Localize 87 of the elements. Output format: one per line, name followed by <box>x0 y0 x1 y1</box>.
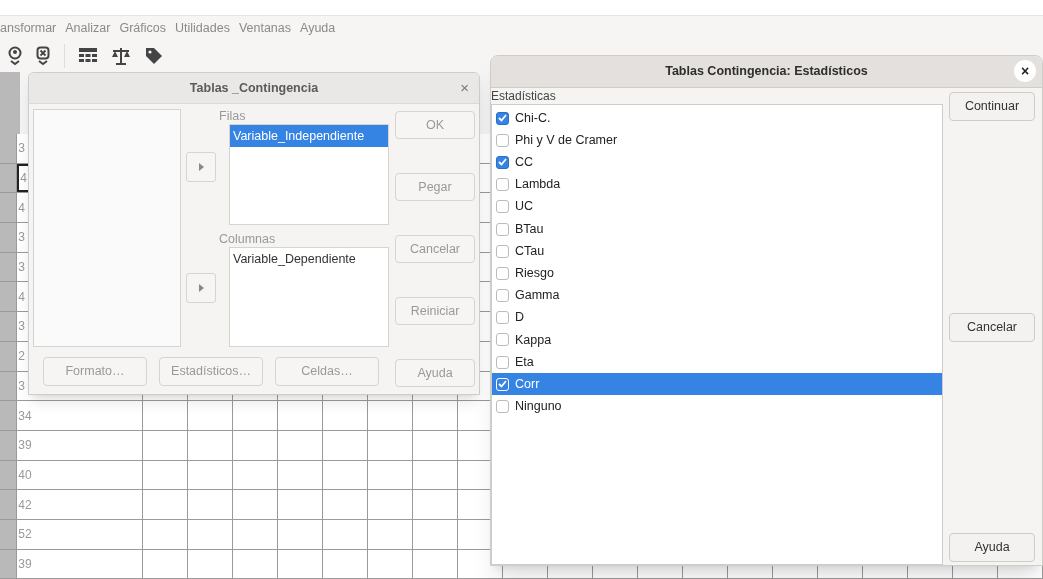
dialog-title: Tablas _Contingencia <box>189 79 319 97</box>
table-cell[interactable]: 42 <box>17 490 143 519</box>
tag-icon[interactable] <box>145 47 163 65</box>
checkbox[interactable] <box>496 355 509 369</box>
scale-icon[interactable] <box>111 47 131 65</box>
checkbox[interactable] <box>496 178 509 192</box>
row-header[interactable] <box>0 163 18 193</box>
list-row[interactable]: Gamma <box>492 284 942 307</box>
option-label: UC <box>515 198 534 216</box>
list-item[interactable]: Variable_Dependiente <box>230 248 388 270</box>
checkbox[interactable] <box>496 133 509 147</box>
list-row[interactable]: Chi-C. <box>492 107 942 130</box>
dialog-button[interactable]: Reiniciar <box>395 297 475 325</box>
dialog-button[interactable]: Continuar <box>949 92 1035 121</box>
list-row[interactable]: Eta <box>492 351 942 374</box>
dialog-button[interactable]: Cancelar <box>949 312 1035 342</box>
option-label: Eta <box>515 353 534 371</box>
close-button[interactable]: × <box>460 79 469 97</box>
option-label: Lambda <box>515 176 561 194</box>
list-item[interactable]: Variable_Independiente <box>230 125 388 147</box>
option-label: Corr <box>515 375 540 393</box>
checkbox[interactable] <box>496 311 509 325</box>
dialog-button[interactable]: Ayuda <box>949 533 1035 562</box>
dialog-button[interactable]: Estadísticos… <box>159 357 263 386</box>
menu-item[interactable]: Ventanas <box>238 18 292 38</box>
list-row[interactable]: BTau <box>492 217 942 241</box>
statistics-list[interactable]: Chi-C. Phi y V de Cramer CC Lambda UC BTau CTau Riesgo Gamma D Kappa Eta Corr Ninguno <box>491 104 943 565</box>
option-label: D <box>515 309 525 327</box>
caret-right-icon <box>198 163 204 171</box>
list-row[interactable]: Phi y V de Cramer <box>492 129 942 152</box>
close-down-icon[interactable] <box>36 46 50 66</box>
option-label: Kappa <box>515 331 552 349</box>
menu-item[interactable]: Gráficos <box>119 18 166 38</box>
option-label: CTau <box>515 242 545 260</box>
menu-item[interactable]: Ayuda <box>300 18 336 38</box>
option-label: Phi y V de Cramer <box>515 131 618 149</box>
option-label: Chi-C. <box>515 109 551 127</box>
checkbox[interactable] <box>496 266 509 280</box>
list-row[interactable]: Corr <box>492 373 942 396</box>
rows-label: Filas <box>219 109 247 124</box>
dialog-button[interactable]: Pegar <box>395 173 475 201</box>
table-cell[interactable]: 40 <box>17 460 143 490</box>
user-down-icon[interactable] <box>8 46 22 66</box>
rows-list[interactable]: Variable_Independiente <box>229 124 389 225</box>
table-cell[interactable]: 39 <box>17 549 143 579</box>
close-button[interactable]: × <box>1014 60 1036 82</box>
list-row[interactable]: UC <box>492 195 942 218</box>
checkbox[interactable] <box>496 333 509 347</box>
list-row[interactable]: Riesgo <box>492 262 942 285</box>
columns-label: Columnas <box>219 232 277 247</box>
list-row[interactable]: D <box>492 306 942 329</box>
move-right-button[interactable] <box>186 152 216 182</box>
table-cell[interactable]: 34 <box>17 401 143 430</box>
checkbox[interactable] <box>496 111 509 125</box>
list-row[interactable]: Ninguno <box>492 395 942 418</box>
option-label: Gamma <box>515 287 560 305</box>
menu-item[interactable]: ansformar <box>0 18 57 38</box>
menu-item[interactable]: Utilidades <box>175 18 230 38</box>
caret-right-icon <box>198 284 204 292</box>
dialog-title: Tablas Contingencia: Estadísticos <box>665 63 868 81</box>
list-row[interactable]: CTau <box>492 240 942 263</box>
dialog-button[interactable]: Cancelar <box>395 235 475 263</box>
table-cell[interactable]: 39 <box>17 430 143 460</box>
group-label: Estadísticas <box>491 89 557 104</box>
menu-item[interactable]: Analizar <box>65 18 111 38</box>
option-label: Ninguno <box>515 398 562 416</box>
dialog-button[interactable]: Ayuda <box>395 359 475 387</box>
list-row[interactable]: Lambda <box>492 173 942 196</box>
table-cell[interactable]: 52 <box>17 519 143 549</box>
checkbox[interactable] <box>496 222 509 236</box>
dialog-button[interactable]: Formato… <box>43 357 147 386</box>
dialog-button[interactable]: OK <box>395 111 475 139</box>
dialog-button[interactable]: Celdas… <box>275 357 379 386</box>
option-label: Riesgo <box>515 265 554 283</box>
checkbox[interactable] <box>496 400 509 414</box>
variable-list[interactable] <box>33 109 181 347</box>
option-label: CC <box>515 154 534 172</box>
checkbox[interactable] <box>496 155 509 169</box>
checkbox[interactable] <box>496 200 509 214</box>
list-row[interactable]: CC <box>492 151 942 174</box>
option-label: BTau <box>515 220 544 238</box>
checkbox[interactable] <box>496 244 509 258</box>
move-right-button[interactable] <box>186 273 216 303</box>
list-row[interactable]: Kappa <box>492 328 942 352</box>
table-icon[interactable] <box>79 48 97 64</box>
columns-list[interactable]: Variable_Dependiente <box>229 247 389 347</box>
checkbox[interactable] <box>496 289 509 303</box>
